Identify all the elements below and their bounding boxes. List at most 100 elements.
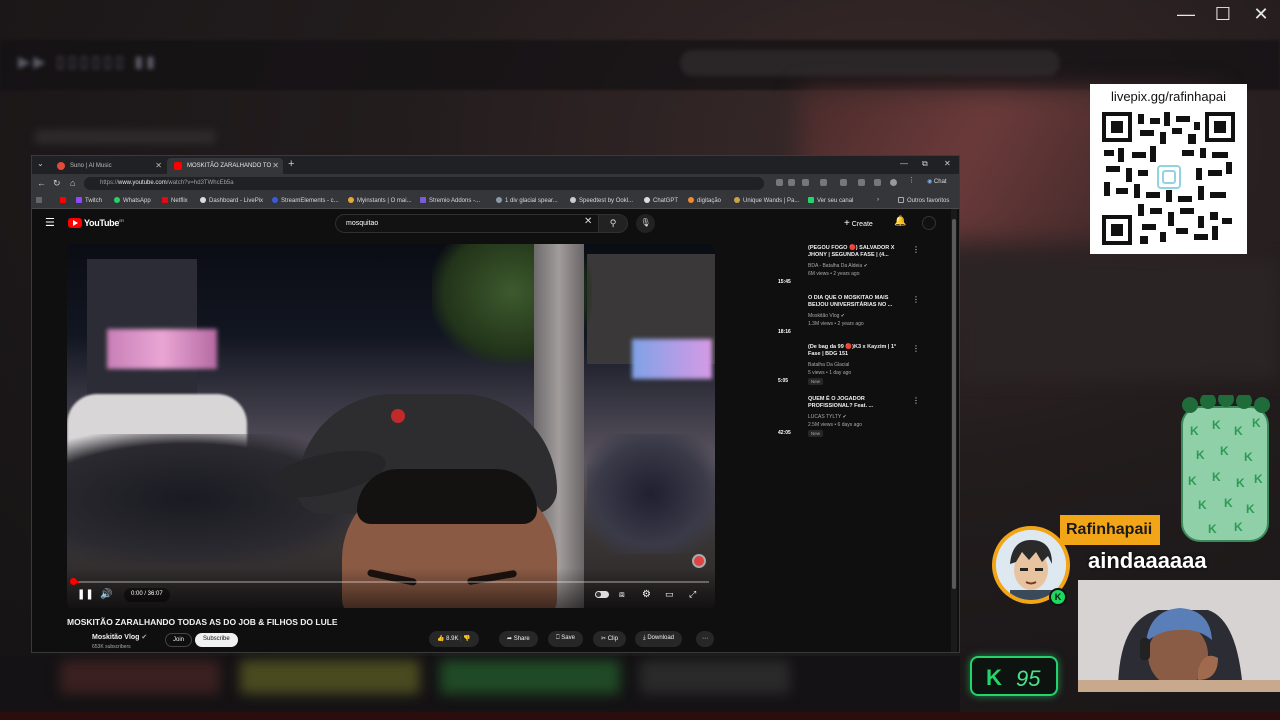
more-options-icon[interactable]: ⋮ bbox=[912, 295, 920, 304]
browser-restore-button[interactable]: ⧉ bbox=[922, 159, 928, 169]
progress-scrubber[interactable] bbox=[70, 578, 77, 585]
chat-button[interactable]: ◉ Chat bbox=[927, 178, 947, 185]
extension-icon[interactable] bbox=[776, 179, 783, 186]
more-options-icon[interactable]: ⋮ bbox=[912, 245, 920, 254]
scrollbar-thumb[interactable] bbox=[952, 219, 956, 589]
desktop: ▶▶ ▯▯▯▯▯▯ ▮▮ — ☐ ✕ ⌄ Suno | AI Music ✕ M… bbox=[0, 0, 1280, 720]
video-player[interactable]: ❚❚ 🔊 0:00 / 36:07 ⧈ ⚙ ▭ ⤢ bbox=[67, 244, 715, 608]
tab-close-icon[interactable]: ✕ bbox=[272, 161, 279, 170]
volume-icon[interactable]: 🔊 bbox=[100, 589, 112, 600]
more-actions-button[interactable]: ⋯ bbox=[696, 631, 714, 647]
captions-icon[interactable]: ⧈ bbox=[619, 589, 625, 600]
bookmark-item[interactable]: Stremio Addons -... bbox=[420, 197, 480, 204]
svg-text:K: K bbox=[1212, 418, 1221, 432]
extension-icon[interactable] bbox=[858, 179, 865, 186]
new-badge: New bbox=[808, 430, 824, 437]
tab-youtube[interactable]: MOSKITÃO ZARALHANDO TO ✕ bbox=[167, 158, 283, 174]
subscribe-button[interactable]: Subscribe bbox=[195, 633, 238, 647]
background-card bbox=[640, 660, 790, 694]
bookmark-item[interactable]: Netflix bbox=[162, 197, 188, 204]
bookmark-item[interactable]: Speedtest by Ookl... bbox=[570, 197, 633, 204]
hamburger-menu-icon[interactable]: ☰ bbox=[45, 216, 55, 229]
download-button[interactable]: ⤓ Download bbox=[635, 631, 683, 647]
clip-button[interactable]: ✂ Clip bbox=[593, 631, 627, 647]
youtube-logo-text[interactable]: YouTubeBR bbox=[84, 218, 124, 228]
verified-icon: ✔ bbox=[842, 414, 847, 420]
viewer-count: 95 bbox=[1016, 666, 1041, 691]
bookmark-label: Speedtest by Ookl... bbox=[579, 198, 634, 204]
channel-avatar[interactable] bbox=[67, 631, 87, 651]
browser-minimize-button[interactable]: — bbox=[900, 159, 908, 168]
recommendation-thumbnail[interactable]: 42:05 bbox=[778, 396, 804, 440]
tab-search-icon[interactable]: ⌄ bbox=[37, 159, 44, 168]
bookmark-item[interactable] bbox=[36, 197, 45, 204]
recommendation-channel: Moskitão Vlog ✔ bbox=[808, 313, 845, 319]
duration-badge: 15:45 bbox=[778, 279, 791, 285]
channel-watermark-icon[interactable] bbox=[692, 554, 706, 568]
bookmark-folder[interactable]: Outros favoritos bbox=[898, 197, 949, 204]
bookmark-item[interactable]: Ver seu canal bbox=[808, 197, 853, 204]
save-button[interactable]: ⎕ Save bbox=[548, 631, 583, 647]
extension-icon[interactable] bbox=[840, 179, 847, 186]
share-button[interactable]: ➦ Share bbox=[499, 631, 538, 647]
progress-bar[interactable] bbox=[73, 581, 709, 583]
page-scrollbar[interactable] bbox=[951, 209, 957, 652]
extension-icon[interactable] bbox=[820, 179, 827, 186]
livepix-icon bbox=[200, 197, 206, 203]
autoplay-toggle[interactable] bbox=[595, 591, 609, 598]
home-icon[interactable]: ⌂ bbox=[70, 178, 75, 188]
recommendation-thumbnail[interactable]: 18:16 bbox=[778, 295, 804, 339]
window-maximize-button[interactable]: ☐ bbox=[1205, 4, 1241, 25]
window-minimize-button[interactable]: — bbox=[1168, 4, 1204, 25]
profile-avatar[interactable] bbox=[890, 179, 897, 186]
miniplayer-icon[interactable]: ▭ bbox=[665, 589, 674, 600]
recommendation-thumbnail[interactable]: 5:05 bbox=[778, 344, 804, 388]
bookmark-item[interactable]: WhatsApp bbox=[114, 197, 151, 204]
reload-icon[interactable]: ↻ bbox=[53, 178, 61, 189]
create-button[interactable]: + Create bbox=[844, 218, 873, 229]
bookmark-item[interactable]: StreamElements - c... bbox=[272, 197, 339, 204]
voice-search-button[interactable]: 🎙 bbox=[636, 214, 655, 233]
bookmark-item[interactable]: Twitch bbox=[76, 197, 102, 204]
notifications-bell-icon[interactable]: 🔔 bbox=[894, 216, 906, 227]
bookmark-item[interactable]: 1 div glacial spear... bbox=[496, 197, 558, 204]
url-input[interactable]: https://www.youtube.com/watch?v=hd3TWhcE… bbox=[84, 177, 764, 190]
bookmark-star-icon[interactable] bbox=[802, 179, 809, 186]
recommendation-item[interactable]: 5:05 (De bag da 99 🔴)K3 x Kayzim | 1° Fa… bbox=[778, 344, 928, 392]
channel-name[interactable]: Moskitão Vlog ✔ bbox=[92, 633, 147, 641]
extension-icon[interactable] bbox=[874, 179, 881, 186]
recommendation-item[interactable]: 15:45 (PEGOU FOGO 🔴) SALVADOR X JHONY | … bbox=[778, 245, 928, 293]
extension-icon[interactable] bbox=[788, 179, 795, 186]
join-button[interactable]: Join bbox=[165, 633, 193, 647]
search-button[interactable]: ⚲ bbox=[598, 214, 628, 233]
new-tab-button[interactable]: + bbox=[288, 158, 294, 170]
bookmark-item[interactable] bbox=[60, 197, 69, 204]
more-options-icon[interactable]: ⋮ bbox=[912, 396, 920, 405]
recommendation-item[interactable]: 42:05 QUEM É O JOGADOR PROFISSIONAL? Fea… bbox=[778, 396, 928, 444]
account-avatar[interactable] bbox=[922, 216, 936, 230]
bookmark-item[interactable]: Unique Wands | Pa... bbox=[734, 197, 799, 204]
browser-close-button[interactable]: ✕ bbox=[944, 159, 951, 168]
clear-search-icon[interactable]: ✕ bbox=[584, 216, 592, 227]
tab-suno[interactable]: Suno | AI Music ✕ bbox=[50, 158, 166, 174]
settings-gear-icon[interactable]: ⚙ bbox=[642, 589, 651, 600]
more-options-icon[interactable]: ⋮ bbox=[912, 344, 920, 353]
pause-icon[interactable]: ❚❚ bbox=[77, 589, 94, 600]
youtube-page: ☰ YouTubeBR mosquitao ✕ ⚲ 🎙 + Create 🔔 ❚… bbox=[32, 209, 959, 652]
fullscreen-icon[interactable]: ⤢ bbox=[689, 589, 696, 600]
window-close-button[interactable]: ✕ bbox=[1243, 4, 1279, 25]
recommendation-item[interactable]: 18:16 O DIA QUE O MOSKITAO MAIS BEIJOU U… bbox=[778, 295, 928, 343]
bookmark-item[interactable]: digitação bbox=[688, 197, 721, 204]
bookmark-item[interactable]: ChatGPT bbox=[644, 197, 678, 204]
bookmark-item[interactable]: Myinstants | O mai... bbox=[348, 197, 412, 204]
like-button[interactable]: 👍 8.9K | 👎 bbox=[429, 631, 479, 647]
tab-close-icon[interactable]: ✕ bbox=[155, 161, 162, 170]
bookmarks-overflow-icon[interactable]: › bbox=[877, 197, 879, 203]
search-input[interactable]: mosquitao bbox=[335, 214, 598, 233]
browser-menu-icon[interactable]: ⋮ bbox=[908, 176, 915, 184]
bookmark-item[interactable]: Dashboard - LivePix bbox=[200, 197, 263, 204]
back-icon[interactable]: ← bbox=[37, 178, 46, 188]
chatgpt-icon bbox=[644, 197, 650, 203]
recommendation-thumbnail[interactable]: 15:45 bbox=[778, 245, 804, 289]
youtube-logo-icon[interactable] bbox=[68, 218, 82, 228]
